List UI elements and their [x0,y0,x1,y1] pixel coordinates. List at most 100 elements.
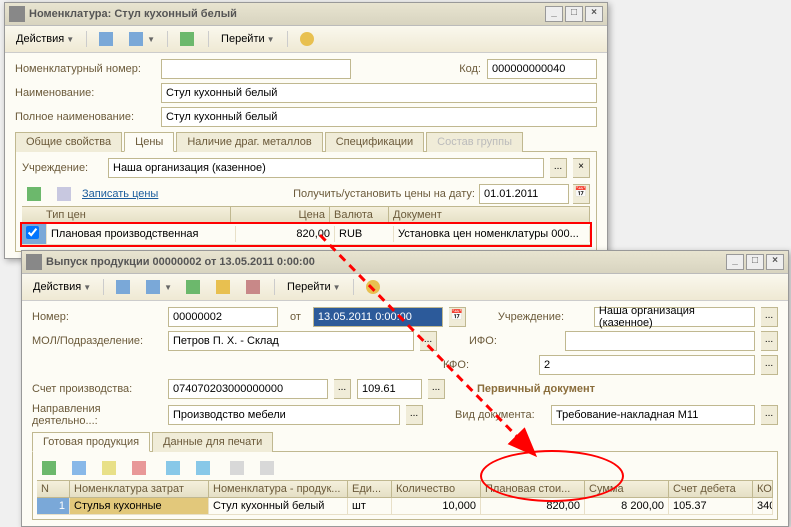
col-debet[interactable]: Счет дебета [669,481,753,497]
close-button-2[interactable]: × [766,254,784,270]
date-calendar-icon[interactable]: 📅 [449,307,466,327]
inst-select-button[interactable]: ... [550,158,567,178]
col-document[interactable]: Документ [389,207,590,223]
delete-row-icon[interactable] [127,458,153,478]
minimize-button[interactable]: _ [545,6,563,22]
label-inst-2: Учреждение: [498,311,588,323]
cell-nomcost: Стулья кухонные [70,498,209,514]
col-currency[interactable]: Валюта [330,207,389,223]
copy-row-icon[interactable] [67,458,93,478]
tab-printdata[interactable]: Данные для печати [152,432,273,452]
input-napr[interactable]: Производство мебели [168,405,400,425]
maximize-button[interactable]: □ [565,6,583,22]
row-checkbox[interactable] [26,226,39,239]
input-fullname[interactable]: Стул кухонный белый [161,107,597,127]
sort-asc-icon[interactable] [225,458,251,478]
tb-icon-2[interactable]: ▼ [141,277,177,297]
input-prodacc2[interactable]: 109.61 [357,379,422,399]
calendar-icon[interactable]: 📅 [573,184,590,204]
titlebar-2: Выпуск продукции 00000002 от 13.05.2011 … [22,251,788,274]
label-ot: от [290,311,301,323]
input-mol[interactable]: Петров П. Х. - Склад [168,331,414,351]
mol-select[interactable]: ... [420,331,437,351]
minimize-button-2[interactable]: _ [726,254,744,270]
edit-icon[interactable] [22,184,48,204]
input-code[interactable]: 000000000040 [487,59,597,79]
tab-common[interactable]: Общие свойства [15,132,122,152]
tb-icon-5[interactable] [241,277,267,297]
col-qty[interactable]: Количество [392,481,481,497]
tb-icon-4[interactable] [211,277,237,297]
input-inst[interactable]: Наша организация (казенное) [108,158,544,178]
input-price-date[interactable]: 01.01.2011 [479,184,569,204]
label-prodacc: Счет производства: [32,383,162,395]
help-icon-2[interactable] [361,277,387,297]
write-prices-link[interactable]: Записать цены [82,188,158,200]
edit-row-icon[interactable] [97,458,123,478]
input-ifo[interactable] [565,331,755,351]
col-unit[interactable]: Еди... [348,481,392,497]
input-inst-2[interactable]: Наша организация (казенное) [594,307,755,327]
label-viddoc: Вид документа: [455,409,545,421]
tab-goods[interactable]: Готовая продукция [32,432,150,452]
col-n[interactable]: N [37,481,70,497]
label-inst: Учреждение: [22,162,102,174]
table-row[interactable]: 1 Стулья кухонные Стул кухонный белый шт… [37,498,773,515]
kfo-select[interactable]: ... [761,355,778,375]
save-close-icon[interactable]: ▼ [124,29,160,49]
cell-unit: шт [348,498,392,514]
save-icon[interactable] [94,29,120,49]
input-name[interactable]: Стул кухонный белый [161,83,597,103]
window-title-2: Выпуск продукции 00000002 от 13.05.2011 … [46,256,724,268]
col-sum[interactable]: Сумма [585,481,669,497]
label-prim: Первичный документ [477,383,595,395]
input-number[interactable]: 00000002 [168,307,278,327]
col-plancost[interactable]: Плановая стои... [481,481,585,497]
input-date[interactable]: 13.05.2011 0:00:00 [313,307,443,327]
col-nomcost[interactable]: Номенклатура затрат [70,481,209,497]
label-mol: МОЛ/Подразделение: [32,335,162,347]
cell-document: Установка цен номенклатуры 000... [394,226,590,242]
cell-plancost: 820,00 [481,498,585,514]
cell-currency: RUB [335,226,394,242]
add-row-icon[interactable] [37,458,63,478]
napr-select[interactable]: ... [406,405,423,425]
price-row[interactable]: Плановая производственная 820,00 RUB Уст… [22,224,590,245]
input-prodacc[interactable]: 074070203000000000 [168,379,328,399]
tb-icon-3[interactable] [181,277,207,297]
input-viddoc[interactable]: Требование-накладная М11 [551,405,755,425]
prodacc2-select[interactable]: ... [428,379,445,399]
tb-icon-1[interactable] [111,277,137,297]
tab-metals[interactable]: Наличие драг. металлов [176,132,322,152]
goto-menu[interactable]: Перейти▼ [216,30,280,48]
cell-debet: 105.37 [669,498,753,514]
tabs-2: Готовая продукция Данные для печати [32,431,778,452]
tab-prices[interactable]: Цены [124,132,174,152]
input-kfo[interactable]: 2 [539,355,755,375]
close-button[interactable]: × [585,6,603,22]
label-get-set-date: Получить/установить цены на дату: [293,188,475,200]
inst2-select[interactable]: ... [761,307,778,327]
input-nomnum[interactable] [161,59,351,79]
refresh-icon[interactable] [175,29,201,49]
actions-menu[interactable]: Действия▼ [11,30,79,48]
col-pricetype[interactable]: Тип цен [42,207,231,223]
save-prices-icon[interactable] [52,184,78,204]
viddoc-select[interactable]: ... [761,405,778,425]
move-down-icon[interactable] [191,458,217,478]
col-nomprod[interactable]: Номенклатура - продук... [209,481,348,497]
actions-menu-2[interactable]: Действия▼ [28,278,96,296]
maximize-button-2[interactable]: □ [746,254,764,270]
prodacc-select[interactable]: ... [334,379,351,399]
sort-desc-icon[interactable] [255,458,281,478]
goto-menu-2[interactable]: Перейти▼ [282,278,346,296]
col-price[interactable]: Цена [231,207,330,223]
inst-clear-button[interactable]: × [573,158,590,178]
ifo-select[interactable]: ... [761,331,778,351]
col-kosgu[interactable]: КОСГ... [753,481,773,497]
tab-specs[interactable]: Спецификации [325,132,424,152]
help-icon[interactable] [295,29,321,49]
window-release: Выпуск продукции 00000002 от 13.05.2011 … [21,250,789,527]
cell-price: 820,00 [236,226,335,242]
move-up-icon[interactable] [161,458,187,478]
